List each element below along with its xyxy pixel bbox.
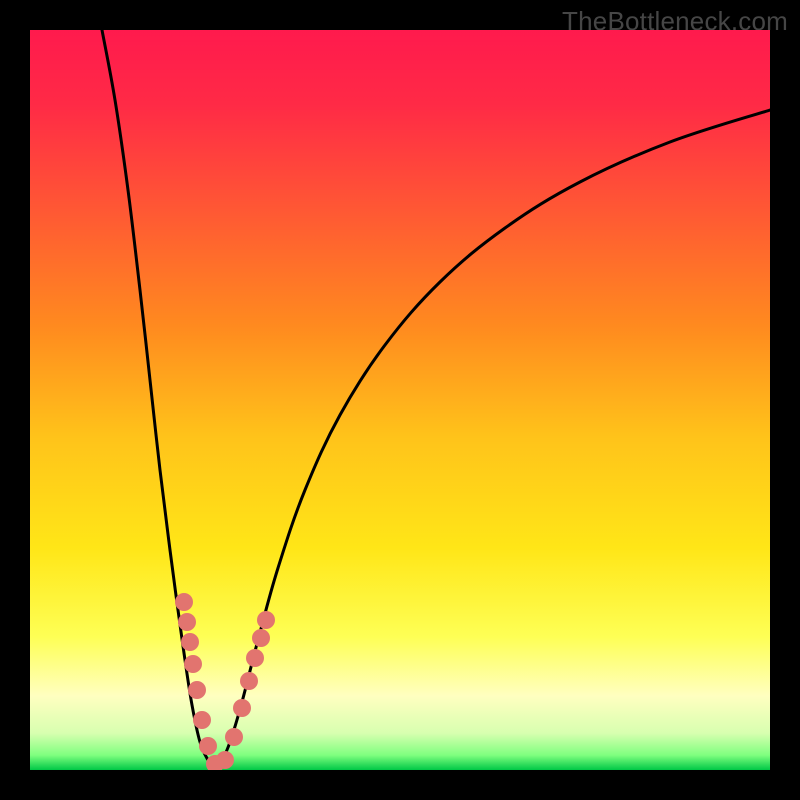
curve-right-branch	[215, 110, 770, 768]
curve-layer	[30, 30, 770, 770]
marker-dot	[199, 737, 217, 755]
marker-dot	[216, 751, 234, 769]
marker-dot	[225, 728, 243, 746]
plot-area	[30, 30, 770, 770]
marker-dot	[178, 613, 196, 631]
marker-dot	[193, 711, 211, 729]
marker-dot	[257, 611, 275, 629]
marker-dot	[246, 649, 264, 667]
marker-dot	[184, 655, 202, 673]
chart-frame: TheBottleneck.com	[0, 0, 800, 800]
marker-dot	[252, 629, 270, 647]
marker-dot	[175, 593, 193, 611]
marker-dot	[188, 681, 206, 699]
marker-dot	[240, 672, 258, 690]
marker-dot	[233, 699, 251, 717]
marker-dot	[181, 633, 199, 651]
